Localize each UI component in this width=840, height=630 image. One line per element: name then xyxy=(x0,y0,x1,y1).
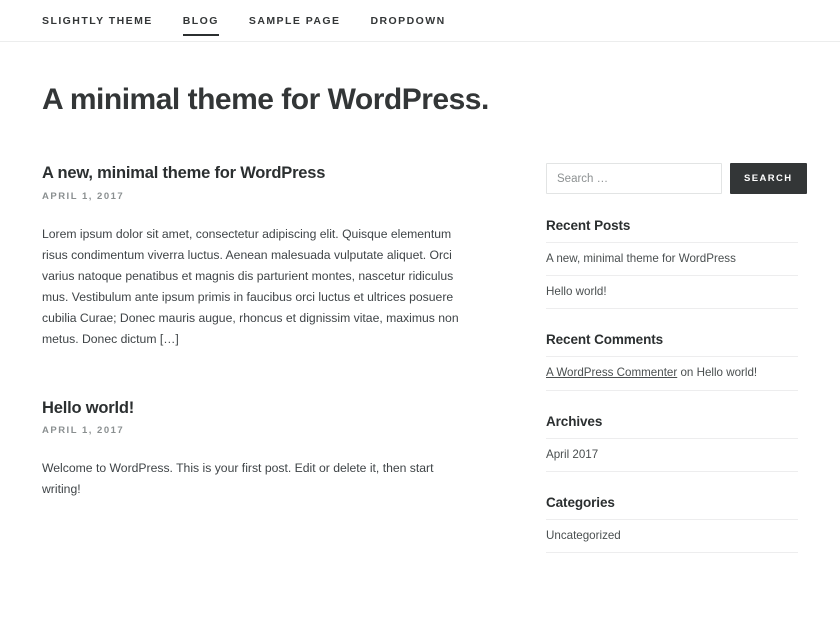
list-item[interactable]: A WordPress Commenter on Hello world! xyxy=(546,357,798,391)
nav-item-dropdown[interactable]: Dropdown xyxy=(370,0,445,42)
nav-item-label: Dropdown xyxy=(370,14,446,27)
search-input[interactable] xyxy=(546,163,722,194)
post-excerpt: Lorem ipsum dolor sit amet, consectetur … xyxy=(42,226,459,346)
post-list: A new, minimal theme for WordPress April… xyxy=(42,163,462,500)
widget-title: Archives xyxy=(546,413,603,429)
post-title[interactable]: A new, minimal theme for WordPress xyxy=(42,163,462,184)
recent-post-link[interactable]: A new, minimal theme for WordPress xyxy=(546,252,736,265)
sidebar: Search Recent Posts A new, minimal theme… xyxy=(546,163,807,554)
main-navigation: Slightly Theme Blog Sample Page Dropdown xyxy=(42,0,446,42)
categories-list: Uncategorized xyxy=(546,518,798,554)
post-title[interactable]: Hello world! xyxy=(42,398,462,419)
page-wrapper: A minimal theme for WordPress. A new, mi… xyxy=(0,82,840,554)
recent-comments-list: A WordPress Commenter on Hello world! xyxy=(546,356,798,391)
search-form: Search xyxy=(546,163,807,194)
recent-post-link[interactable]: Hello world! xyxy=(546,285,607,298)
list-item[interactable]: Hello world! xyxy=(546,276,798,310)
widget-title: Recent Posts xyxy=(546,218,631,233)
nav-item-blog[interactable]: Blog xyxy=(182,0,220,42)
widget-archives: Archives April 2017 xyxy=(546,414,798,472)
nav-item-label: Blog xyxy=(182,14,219,27)
comment-connector: on xyxy=(677,366,697,380)
widget-categories: Categories Uncategorized xyxy=(546,494,798,554)
widget-recent-posts: Recent Posts A new, minimal theme for Wo… xyxy=(546,218,798,310)
nav-item-sample-page[interactable]: Sample Page xyxy=(249,0,341,42)
recent-posts-list: A new, minimal theme for WordPress Hello… xyxy=(546,242,798,310)
widget-title: Categories xyxy=(546,494,615,510)
widget-title: Recent Comments xyxy=(546,332,664,348)
list-item[interactable]: A new, minimal theme for WordPress xyxy=(546,243,798,277)
list-item[interactable]: April 2017 xyxy=(546,439,798,472)
post-item: A new, minimal theme for WordPress April… xyxy=(42,163,462,350)
archives-list: April 2017 xyxy=(546,437,798,472)
site-header: Slightly Theme Blog Sample Page Dropdown xyxy=(0,0,840,42)
content-columns: A new, minimal theme for WordPress April… xyxy=(42,163,807,554)
search-button[interactable]: Search xyxy=(730,163,807,194)
comment-target-link[interactable]: Hello world! xyxy=(697,366,758,379)
list-item[interactable]: Uncategorized xyxy=(546,520,798,554)
comment-author-link[interactable]: A WordPress Commenter xyxy=(546,366,677,379)
widget-recent-comments: Recent Comments A WordPress Commenter on… xyxy=(546,332,798,391)
nav-item-label: Sample Page xyxy=(248,14,341,27)
nav-item-slightly-theme[interactable]: Slightly Theme xyxy=(42,0,153,42)
post-item: Hello world! April 1, 2017 Welcome to Wo… xyxy=(42,398,462,501)
post-date: April 1, 2017 xyxy=(42,190,125,202)
post-excerpt: Welcome to WordPress. This is your first… xyxy=(42,461,434,497)
page-title: A minimal theme for WordPress. xyxy=(42,83,489,116)
post-date: April 1, 2017 xyxy=(42,425,125,437)
nav-item-label: Slightly Theme xyxy=(42,14,153,27)
category-link[interactable]: Uncategorized xyxy=(546,529,621,542)
archive-link[interactable]: April 2017 xyxy=(546,448,598,461)
